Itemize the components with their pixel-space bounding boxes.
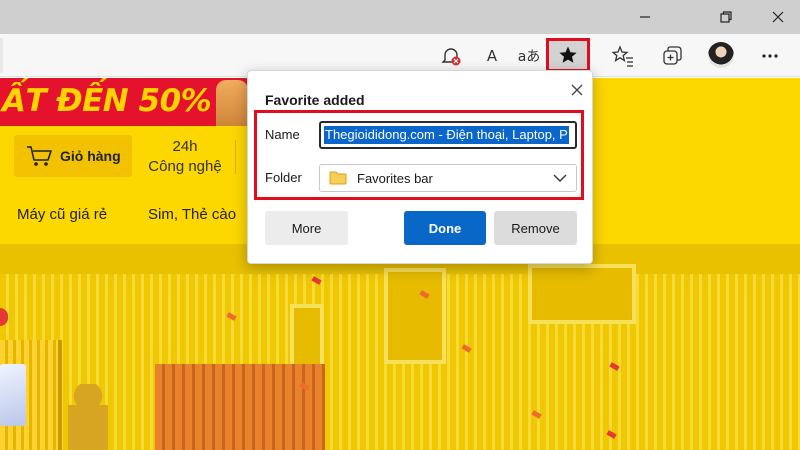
more-dots-icon xyxy=(762,54,778,58)
close-icon xyxy=(571,84,583,96)
remove-button[interactable]: Remove xyxy=(494,211,577,245)
promo-hero-image[interactable] xyxy=(0,244,800,450)
restore-icon xyxy=(720,11,732,23)
restore-button[interactable] xyxy=(704,0,748,34)
nav-24h-line2: Công nghệ xyxy=(148,158,222,175)
more-button[interactable]: More xyxy=(265,211,348,245)
blocked-notification-icon xyxy=(441,48,461,66)
settings-more-button[interactable] xyxy=(756,42,784,70)
cart-button[interactable]: Giỏ hàng xyxy=(14,135,132,177)
promo-text: ẤT ĐẾN 50% xyxy=(2,83,212,119)
name-label: Name xyxy=(265,127,300,142)
folder-select[interactable]: Favorites bar xyxy=(319,164,577,192)
translate-button[interactable]: aあ xyxy=(515,42,543,70)
star-filled-icon xyxy=(559,46,577,63)
read-aloud-button[interactable]: A xyxy=(478,42,506,70)
favorites-list-icon xyxy=(612,45,633,67)
nav-24h-line1: 24h xyxy=(172,138,198,155)
collections-icon xyxy=(663,46,682,65)
nav-link-used-phones[interactable]: Máy cũ giá rẻ xyxy=(17,206,107,223)
phone-product-image xyxy=(0,364,26,426)
warehouse-window xyxy=(384,268,446,364)
profile-avatar[interactable] xyxy=(708,42,734,68)
nav-divider xyxy=(235,140,236,174)
add-to-favorites-button[interactable] xyxy=(546,38,590,72)
window-title-bar xyxy=(0,0,800,34)
shopping-cart-icon xyxy=(27,146,52,166)
favorites-button[interactable] xyxy=(609,42,637,70)
dialog-close-button[interactable] xyxy=(567,80,587,100)
close-window-button[interactable] xyxy=(756,0,800,34)
chevron-down-icon xyxy=(553,174,567,182)
favorite-name-value: Thegioididong.com - Điện thoại, Laptop, … xyxy=(324,126,569,144)
nav-24h-cong-nghe-link[interactable]: 24h Công nghệ xyxy=(140,137,230,177)
close-icon xyxy=(772,11,784,23)
dialog-title: Favorite added xyxy=(265,92,365,108)
folder-value: Favorites bar xyxy=(357,170,433,186)
minimize-button[interactable] xyxy=(623,0,667,34)
cart-label: Giỏ hàng xyxy=(60,148,121,164)
promo-banner[interactable]: ẤT ĐẾN 50% xyxy=(0,78,248,126)
promo-mascot-image xyxy=(216,80,248,126)
read-aloud-icon: A xyxy=(486,47,498,65)
warehouse-window xyxy=(528,264,636,324)
favorite-name-input[interactable]: Thegioididong.com - Điện thoại, Laptop, … xyxy=(319,121,577,149)
orange-container xyxy=(155,364,325,450)
translate-icon: aあ xyxy=(517,49,541,65)
done-button[interactable]: Done xyxy=(404,211,486,245)
collections-button[interactable] xyxy=(658,42,686,70)
favorite-added-dialog: Favorite added Name Thegioididong.com - … xyxy=(247,70,593,264)
folder-icon xyxy=(329,171,347,185)
address-bar-edge[interactable] xyxy=(0,38,3,73)
folder-label: Folder xyxy=(265,170,302,185)
minimize-icon xyxy=(640,16,650,18)
nav-link-sim-cards[interactable]: Sim, Thẻ cào xyxy=(148,206,236,223)
tracking-blocked-button[interactable] xyxy=(437,42,465,70)
golden-figure xyxy=(68,384,108,450)
